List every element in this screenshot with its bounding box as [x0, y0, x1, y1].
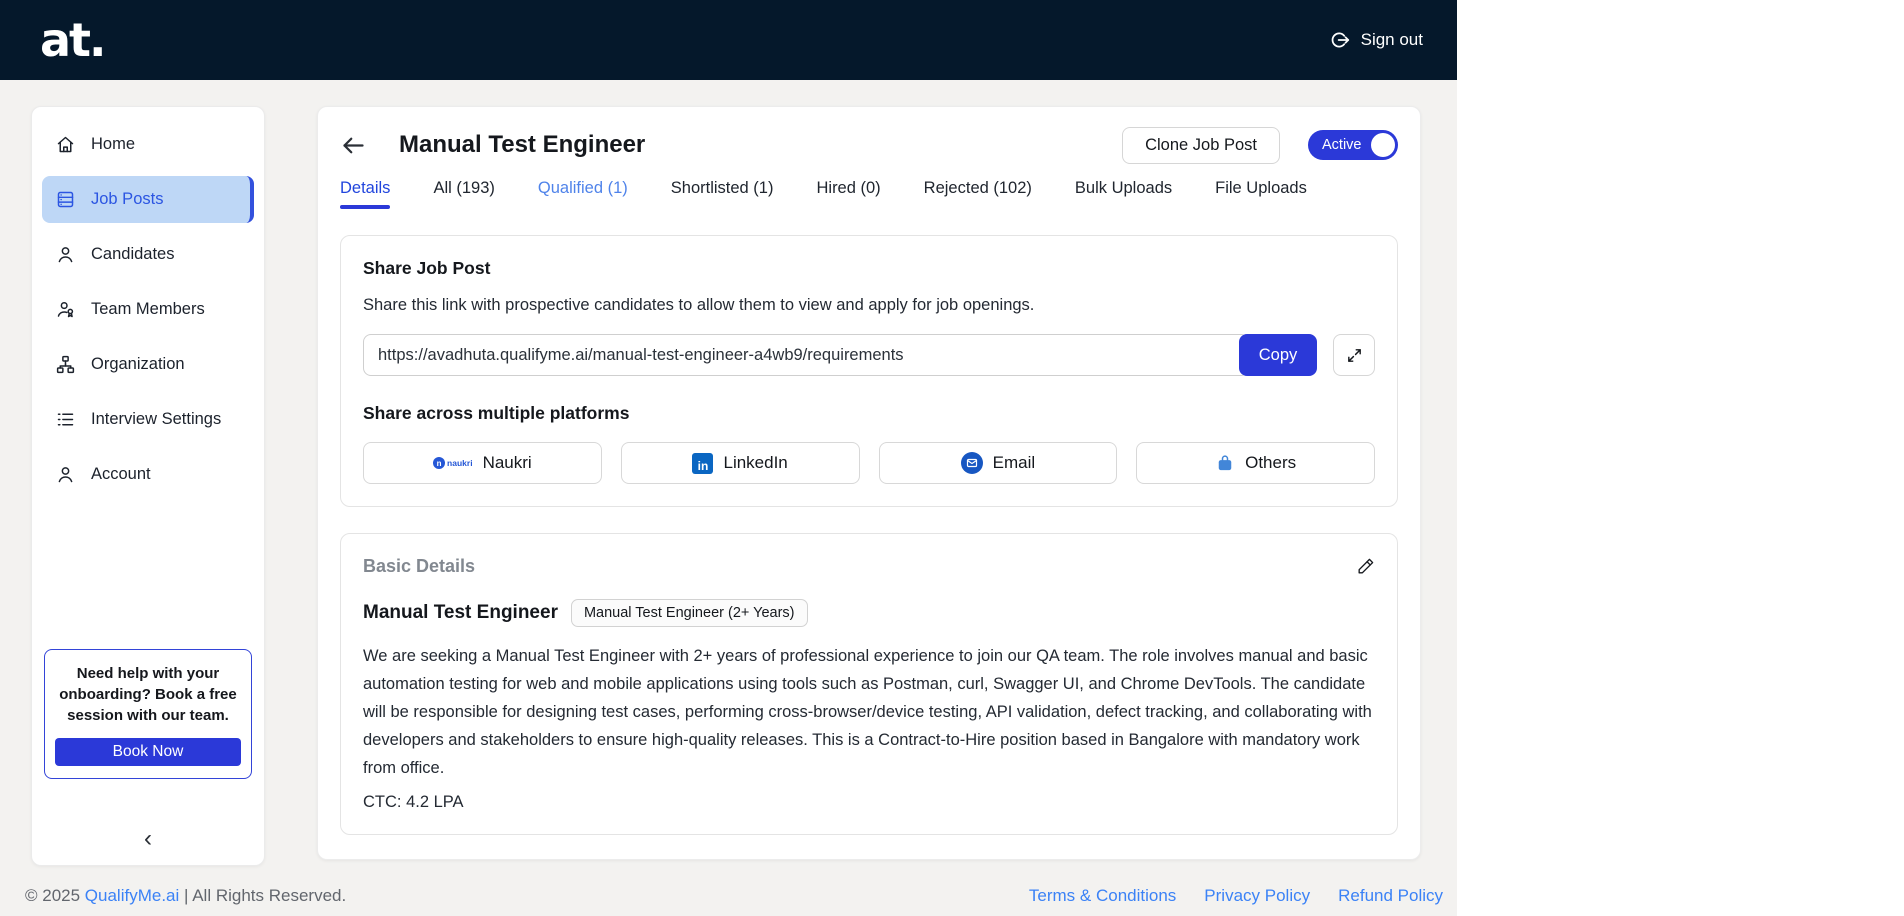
share-email-button[interactable]: Email	[878, 442, 1118, 484]
logout-icon	[1331, 32, 1349, 48]
clone-job-post-button[interactable]: Clone Job Post	[1122, 126, 1280, 164]
sidebar-item-label: Organization	[91, 355, 185, 373]
org-chart-icon	[56, 355, 75, 374]
platforms-title: Share across multiple platforms	[363, 403, 630, 423]
refund-link[interactable]: Refund Policy	[1338, 886, 1443, 906]
sidebar-item-team-members[interactable]: Team Members	[42, 286, 254, 333]
tab-bulk-uploads[interactable]: Bulk Uploads	[1075, 179, 1172, 209]
sidebar-item-candidates[interactable]: Candidates	[42, 231, 254, 278]
page-title-row: Manual Test Engineer Clone Job Post Acti…	[340, 123, 1398, 167]
brand-logo[interactable]: at.	[40, 17, 107, 63]
platform-label: LinkedIn	[723, 453, 788, 472]
sidebar-item-job-posts[interactable]: Job Posts	[42, 176, 254, 223]
expand-icon	[1347, 348, 1361, 362]
footer: © 2025 QualifyMe.ai | All Rights Reserve…	[25, 886, 1443, 906]
book-now-button[interactable]: Book Now	[55, 738, 241, 766]
share-others-button[interactable]: Others	[1136, 442, 1375, 484]
job-role-badge: Manual Test Engineer (2+ Years)	[570, 599, 808, 627]
sidebar-item-label: Home	[91, 135, 136, 153]
tab-bar: Details All (193) Qualified (1) Shortlis…	[340, 179, 1398, 209]
tab-rejected[interactable]: Rejected (102)	[924, 179, 1032, 209]
job-posts-icon	[57, 191, 74, 208]
platform-label: Others	[1245, 453, 1297, 472]
sidebar-item-label: Candidates	[91, 245, 175, 263]
share-card-description: Share this link with prospective candida…	[363, 296, 1035, 314]
platform-label: Email	[992, 453, 1036, 472]
basic-details-title: Basic Details	[363, 556, 476, 576]
onboarding-help-text: Need help with your onboarding? Book a f…	[59, 665, 237, 724]
tab-all[interactable]: All (193)	[433, 179, 494, 209]
naukri-icon: n naukri	[433, 457, 473, 469]
onboarding-help-box: Need help with your onboarding? Book a f…	[44, 649, 252, 779]
home-icon	[57, 136, 74, 153]
terms-link[interactable]: Terms & Conditions	[1029, 886, 1176, 906]
list-icon	[57, 413, 74, 426]
person-icon	[58, 247, 73, 263]
toggle-label: Active	[1322, 137, 1362, 153]
edit-basic-details-button[interactable]	[1356, 557, 1375, 576]
copyright-text: © 2025 QualifyMe.ai | All Rights Reserve…	[25, 886, 346, 906]
sidebar-item-label: Interview Settings	[91, 410, 222, 428]
sign-out-label: Sign out	[1360, 30, 1423, 49]
share-link-input[interactable]	[363, 334, 1249, 376]
tab-hired[interactable]: Hired (0)	[816, 179, 880, 209]
share-card-title: Share Job Post	[363, 258, 491, 278]
pencil-icon	[1358, 558, 1374, 574]
active-status-toggle[interactable]: Active	[1308, 130, 1398, 160]
sign-out-button[interactable]: Sign out	[1329, 29, 1423, 51]
sidebar-item-organization[interactable]: Organization	[42, 341, 254, 388]
qualifyme-link[interactable]: QualifyMe.ai	[85, 886, 179, 905]
person-icon	[58, 467, 73, 483]
share-job-post-card: Share Job Post Share this link with pros…	[340, 235, 1398, 507]
basic-details-header: Basic Details	[363, 556, 1375, 577]
copy-link-button[interactable]: Copy	[1239, 334, 1317, 376]
platform-label: Naukri	[482, 453, 532, 472]
sidebar-item-account[interactable]: Account	[42, 451, 254, 498]
toggle-knob	[1371, 133, 1395, 157]
footer-links: Terms & Conditions Privacy Policy Refund…	[1029, 886, 1443, 906]
job-ctc: CTC: 4.2 LPA	[363, 793, 464, 811]
tab-file-uploads[interactable]: File Uploads	[1215, 179, 1307, 209]
sidebar-item-label: Job Posts	[91, 190, 164, 208]
linkedin-icon: in	[692, 452, 714, 474]
sidebar: Home Job Posts Candidates Team Members O…	[31, 106, 265, 866]
back-arrow-icon	[343, 137, 364, 153]
copyright-prefix: © 2025	[25, 886, 85, 905]
platform-buttons-row: n naukri Naukri in LinkedIn Email Others	[363, 442, 1375, 484]
sidebar-item-label: Team Members	[91, 300, 205, 318]
job-description: We are seeking a Manual Test Engineer wi…	[363, 647, 1372, 777]
share-link-row: Copy	[363, 334, 1375, 376]
share-linkedin-button[interactable]: in LinkedIn	[620, 442, 860, 484]
basic-details-card: Basic Details Manual Test Engineer Manua…	[340, 533, 1398, 835]
top-bar: at. Sign out	[0, 0, 1457, 80]
expand-link-button[interactable]	[1333, 334, 1375, 376]
sidebar-item-label: Account	[91, 465, 151, 483]
back-button[interactable]	[340, 132, 367, 159]
app-window: at. Sign out Home Job Posts Candidates T…	[0, 0, 1457, 916]
privacy-link[interactable]: Privacy Policy	[1204, 886, 1310, 906]
team-icon	[57, 302, 74, 318]
share-naukri-button[interactable]: n naukri Naukri	[363, 442, 602, 484]
sidebar-item-home[interactable]: Home	[42, 121, 254, 168]
tab-qualified[interactable]: Qualified (1)	[538, 179, 628, 209]
sidebar-collapse-button[interactable]: ‹	[32, 827, 264, 851]
job-title-row: Manual Test Engineer Manual Test Enginee…	[363, 599, 1375, 627]
job-title: Manual Test Engineer	[363, 602, 558, 623]
bag-icon	[1218, 455, 1232, 471]
page-title: Manual Test Engineer	[399, 131, 646, 158]
main-content-card: Manual Test Engineer Clone Job Post Acti…	[317, 106, 1421, 860]
copyright-suffix: | All Rights Reserved.	[179, 886, 347, 905]
sidebar-item-interview-settings[interactable]: Interview Settings	[42, 396, 254, 443]
email-icon	[960, 452, 983, 474]
tab-details[interactable]: Details	[340, 179, 391, 209]
tab-shortlisted[interactable]: Shortlisted (1)	[671, 179, 774, 209]
